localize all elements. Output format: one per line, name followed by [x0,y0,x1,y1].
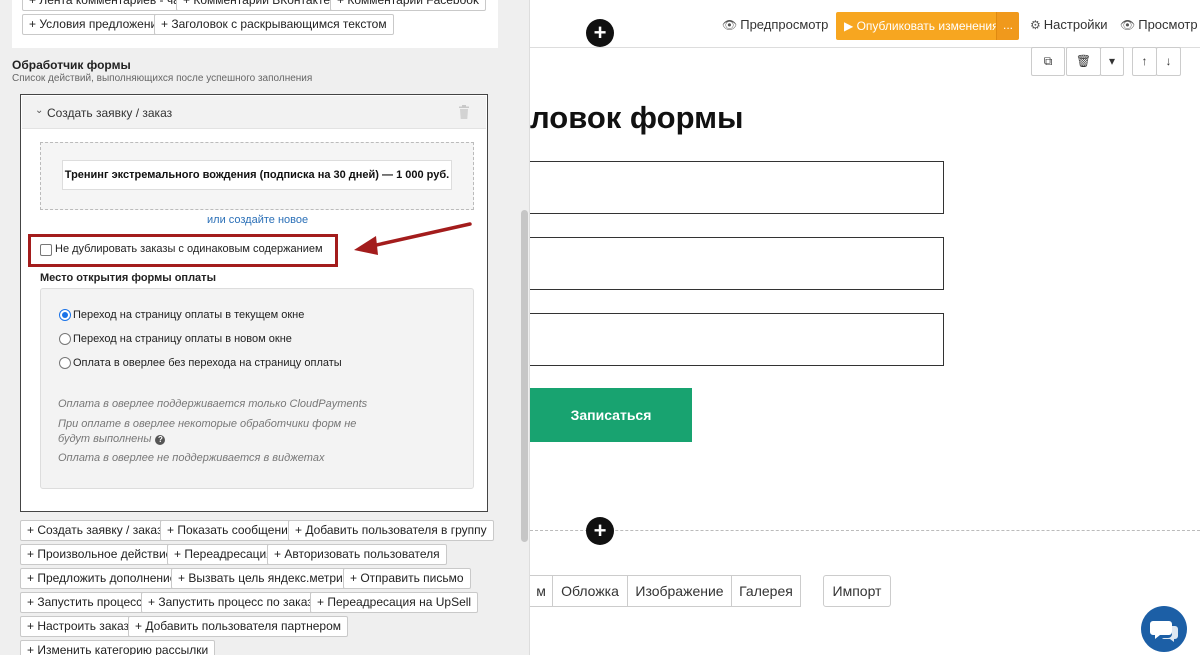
eye-icon: 👁 [1120,18,1136,32]
add-start-process-button[interactable]: + Запустить процесс [20,592,150,613]
settings-link[interactable]: ⚙ Настройки [1030,17,1108,32]
add-expandable-heading-button[interactable]: + Заголовок с раскрывающимся текстом [154,14,394,35]
add-authorize-user-button[interactable]: + Авторизовать пользователя [267,544,447,565]
help-icon[interactable]: ? [155,435,166,445]
copy-icon: ⧉ [1043,54,1053,68]
block-tab-image[interactable]: Изображение [627,575,732,607]
view-link[interactable]: 👁 Просмотр [1120,17,1198,32]
chat-widget-button[interactable] [1141,606,1187,652]
payment-option-label: Переход на страницу оплаты в новом окне [73,333,292,345]
widgets-block: + Лента комментариев - чат + Комментарии… [12,0,498,48]
handler-title: Создать заявку / заказ [47,106,173,120]
product-drop-zone[interactable]: Тренинг экстремального вождения (подписк… [40,142,474,210]
radio-overlay[interactable] [59,357,71,369]
overlay-note-handlers-text: При оплате в оверлее некоторые обработчи… [58,418,357,445]
radio-new-window[interactable] [59,333,71,345]
copy-block-button[interactable]: ⧉ [1031,47,1065,76]
add-partner-user-button[interactable]: + Добавить пользователя партнером [128,616,349,637]
add-upsell-redirect-button[interactable]: + Переадресация на UpSell [310,592,479,613]
create-new-product-link[interactable]: или создайте новое [207,214,308,226]
chevron-down-icon[interactable]: ⌄ [35,105,43,116]
form-title[interactable]: ловок формы [530,100,744,136]
move-down-button[interactable]: ↓ [1156,47,1181,76]
form-handler-title: Обработчик формы [12,58,131,72]
import-button[interactable]: Импорт [823,575,891,607]
form-handler-subtitle: Список действий, выполняющихся после усп… [12,73,313,84]
add-create-order-button[interactable]: + Создать заявку / заказ [20,520,170,541]
publish-more-button[interactable]: ... [996,12,1019,40]
annotation-arrow [354,222,472,255]
eye-slash-icon: 👁 [722,18,738,32]
add-order-process-button[interactable]: + Запустить процесс по заказу [141,592,326,613]
add-custom-action-button[interactable]: + Произвольное действие [20,544,180,565]
panel-scrollbar[interactable] [521,210,528,542]
add-user-to-group-button[interactable]: + Добавить пользователя в группу [288,520,494,541]
payment-location-title: Место открытия формы оплаты [40,272,216,284]
block-tab-gallery[interactable]: Галерея [731,575,801,607]
add-redirect-button[interactable]: + Переадресация [167,544,280,565]
form-field-2[interactable] [530,237,944,290]
chat-icon [1150,621,1178,642]
add-yandex-goal-button[interactable]: + Вызвать цель яндекс.метрики [171,568,362,589]
block-tab-partial[interactable]: м [530,575,553,607]
add-vk-comments-button[interactable]: + Комментарии ВКонтакте [176,0,338,11]
gear-icon: ⚙ [1030,18,1041,32]
caret-down-icon: ▾ [1108,54,1116,68]
add-offer-terms-button[interactable]: + Условия предложений [22,14,171,35]
preview-label: Предпросмотр [740,17,829,32]
add-facebook-comments-button[interactable]: + Комментарии Facebook [330,0,486,11]
overlay-note-cloudpayments: Оплата в оверлее поддерживается только C… [58,398,368,410]
dedupe-highlight: Не дублировать заказы с одинаковым содер… [28,234,338,267]
move-up-button[interactable]: ↑ [1132,47,1157,76]
add-block-bottom-button[interactable]: + [586,517,614,545]
block-menu-dropdown[interactable]: ▾ [1100,47,1124,76]
trash-icon: 🗑 [1075,54,1092,68]
dedupe-checkbox[interactable] [40,244,52,256]
payment-option-label: Оплата в оверлее без перехода на страниц… [73,357,342,369]
add-configure-order-button[interactable]: + Настроить заказ [20,616,137,637]
publish-changes-button[interactable]: ▶ Опубликовать изменения [836,12,999,40]
delete-block-button[interactable]: 🗑 [1066,47,1101,76]
selected-product[interactable]: Тренинг экстремального вождения (подписк… [62,160,452,190]
add-block-top-button[interactable]: + [586,19,614,47]
overlay-note-handlers: При оплате в оверлее некоторые обработчи… [58,417,388,447]
payment-options-box: Переход на страницу оплаты в текущем окн… [40,288,474,489]
change-mailing-category-button[interactable]: + Изменить категорию рассылки [20,640,216,655]
block-tab-cover[interactable]: Обложка [552,575,628,607]
arrow-up-icon: ↑ [1141,54,1148,68]
preview-link[interactable]: 👁 Предпросмотр [722,17,828,32]
view-label: Просмотр [1138,17,1198,32]
add-comments-chat-button[interactable]: + Лента комментариев - чат [22,0,193,11]
handler-header[interactable]: ⌄ Создать заявку / заказ [22,96,486,129]
add-send-email-button[interactable]: + Отправить письмо [343,568,471,589]
payment-option-label: Переход на страницу оплаты в текущем окн… [73,309,305,321]
block-divider [530,530,1200,531]
create-order-handler: ⌄ Создать заявку / заказ Тренинг экстрем… [20,94,488,512]
arrow-down-icon: ↓ [1165,54,1172,68]
submit-button[interactable]: Записаться [530,388,692,442]
overlay-note-widgets: Оплата в оверлее не поддерживается в вид… [58,452,325,464]
form-field-1[interactable] [530,161,944,214]
add-show-message-button[interactable]: + Показать сообщение [160,520,302,541]
trash-icon[interactable] [458,105,470,119]
settings-panel: + Лента комментариев - чат + Комментарии… [0,0,530,655]
add-offer-addon-button[interactable]: + Предложить дополнение [20,568,184,589]
dedupe-label[interactable]: Не дублировать заказы с одинаковым содер… [55,243,323,255]
form-field-3[interactable] [530,313,944,366]
settings-label: Настройки [1043,17,1108,32]
radio-current-window[interactable] [59,309,71,321]
